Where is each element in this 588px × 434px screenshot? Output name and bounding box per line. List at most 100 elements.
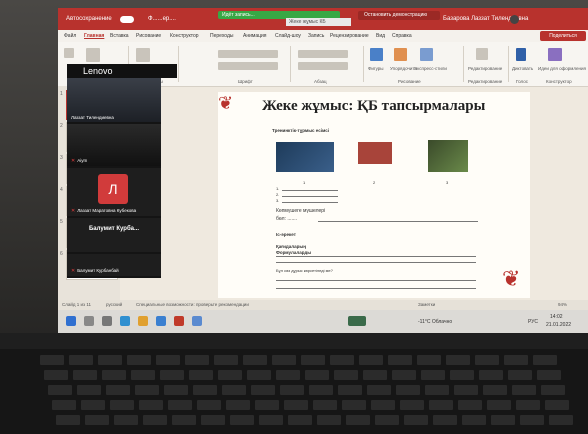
notes-button[interactable]: Заметки bbox=[418, 302, 435, 307]
keyboard-key bbox=[545, 400, 569, 410]
participant-video-3[interactable]: Л ✕ Лаззат Маратовна Кубекова bbox=[67, 168, 161, 216]
language-indicator[interactable]: РУС bbox=[528, 319, 538, 325]
label-c[interactable]: Формулаларды bbox=[276, 250, 311, 255]
keyboard-key bbox=[330, 355, 354, 365]
edge-icon[interactable] bbox=[120, 316, 130, 326]
paragraph-row[interactable] bbox=[298, 50, 348, 58]
menu-design[interactable]: Конструктор bbox=[170, 33, 199, 39]
keyboard-key bbox=[160, 370, 184, 380]
footer-question[interactable]: Бұл сөз дұрыс көрсетіледі ме? bbox=[276, 268, 333, 273]
accessibility-status[interactable]: Специальные возможности: проверьте реком… bbox=[136, 302, 249, 307]
keyboard-key bbox=[462, 415, 486, 425]
menu-record[interactable]: Запись bbox=[308, 33, 324, 39]
image-2[interactable] bbox=[358, 142, 392, 164]
lenovo-brand: Lenovo bbox=[67, 64, 177, 78]
keyboard-key bbox=[197, 400, 221, 410]
autosave-toggle[interactable] bbox=[120, 16, 134, 23]
keyboard-key bbox=[512, 385, 536, 395]
muted-mic-icon: ✕ bbox=[71, 158, 76, 164]
keyboard-key bbox=[164, 385, 188, 395]
image-label-2: 2 bbox=[373, 180, 376, 185]
keyboard-key bbox=[392, 370, 416, 380]
participant-name: Лаззат Маратовна Кубекова bbox=[77, 208, 137, 213]
menu-home[interactable]: Главная bbox=[84, 33, 104, 39]
search-icon[interactable] bbox=[476, 48, 488, 60]
keyboard-key bbox=[48, 385, 72, 395]
keyboard-key bbox=[73, 370, 97, 380]
image-label-3: 3 bbox=[446, 180, 449, 185]
clock-date[interactable]: 21.01.2022 bbox=[546, 322, 571, 328]
keyboard-key bbox=[334, 370, 358, 380]
weather-text[interactable]: -11°С Облачно bbox=[418, 319, 452, 325]
participant-video-4[interactable]: Балумит Курба... bbox=[67, 218, 161, 252]
designer-icon[interactable] bbox=[548, 48, 562, 61]
participant-video-5[interactable]: ✕ Балумит Курбанбай bbox=[67, 254, 161, 276]
quick-styles-icon[interactable] bbox=[420, 48, 433, 61]
explorer-icon[interactable] bbox=[138, 316, 148, 326]
keyboard-key bbox=[110, 400, 134, 410]
keyboard-key bbox=[44, 370, 68, 380]
font-format-row[interactable] bbox=[218, 62, 278, 70]
new-slide-icon[interactable] bbox=[136, 48, 150, 62]
paste-icon[interactable] bbox=[86, 48, 100, 62]
undo-icon[interactable] bbox=[64, 48, 74, 58]
recording-title: Жеке жұмыс КБ bbox=[286, 18, 351, 26]
zoom-app-icon[interactable] bbox=[156, 316, 166, 326]
keyboard-key bbox=[475, 355, 499, 365]
autosave-label: Автосохранение bbox=[66, 16, 112, 22]
label-a[interactable]: Іс-әрекет bbox=[276, 232, 296, 237]
keyboard-key bbox=[516, 400, 540, 410]
menu-file[interactable]: Файл bbox=[64, 33, 76, 39]
keyboard-key bbox=[421, 370, 445, 380]
font-name-box[interactable] bbox=[218, 50, 278, 58]
keyboard-key bbox=[446, 355, 470, 365]
keyboard-key bbox=[504, 355, 528, 365]
powerpoint-icon[interactable] bbox=[174, 316, 184, 326]
keyboard-key bbox=[77, 385, 101, 395]
menu-view[interactable]: Вид bbox=[376, 33, 385, 39]
slide-subtitle[interactable]: Тренинктік-тұрмыс есімсі bbox=[272, 128, 329, 133]
user-avatar[interactable] bbox=[510, 15, 519, 24]
search-icon[interactable] bbox=[84, 316, 94, 326]
share-button[interactable]: Поделиться bbox=[540, 31, 586, 41]
dictate-icon[interactable] bbox=[516, 48, 526, 61]
participant-video-2[interactable]: ✕ Aiym bbox=[67, 124, 161, 166]
keyboard-key bbox=[388, 355, 412, 365]
language-status[interactable]: русский bbox=[106, 302, 122, 307]
menu-insert[interactable]: Вставка bbox=[110, 33, 129, 39]
image-3[interactable] bbox=[428, 140, 468, 172]
clock-time[interactable]: 14:02 bbox=[550, 314, 563, 320]
mail-icon[interactable] bbox=[192, 316, 202, 326]
align-row[interactable] bbox=[298, 62, 348, 70]
keyboard-key bbox=[346, 415, 370, 425]
blank-1: 1. bbox=[276, 186, 280, 191]
zoom-share-icon[interactable] bbox=[348, 316, 366, 326]
windows-start-icon[interactable] bbox=[66, 316, 76, 326]
image-1[interactable] bbox=[276, 142, 334, 172]
slide-title[interactable]: Жеке жұмыс: ҚБ тапсырмалары bbox=[262, 98, 485, 115]
keyboard-key bbox=[363, 370, 387, 380]
question-sub[interactable]: бөл: ....... bbox=[276, 216, 297, 222]
menu-slideshow[interactable]: Слайд-шоу bbox=[275, 33, 301, 39]
keyboard-key bbox=[222, 385, 246, 395]
participant-name: Aiym bbox=[77, 158, 88, 163]
keyboard-key bbox=[400, 400, 424, 410]
question-text[interactable]: Көпмүшеге мүшелері bbox=[276, 208, 325, 214]
menu-review[interactable]: Рецензирование bbox=[330, 33, 369, 39]
menu-transitions[interactable]: Переходы bbox=[210, 33, 233, 39]
menu-help[interactable]: Справка bbox=[392, 33, 412, 39]
zoom-level[interactable]: 94% bbox=[558, 302, 567, 307]
task-view-icon[interactable] bbox=[102, 316, 112, 326]
label-b[interactable]: Қағидаларың bbox=[276, 244, 306, 249]
muted-mic-icon: ✕ bbox=[71, 208, 76, 214]
arrange-icon[interactable] bbox=[394, 48, 407, 61]
shapes-icon[interactable] bbox=[370, 48, 383, 61]
slide-canvas[interactable]: ❦ Жеке жұмыс: ҚБ тапсырмалары Тренинктік… bbox=[218, 92, 530, 298]
keyboard-key bbox=[396, 385, 420, 395]
keyboard-key bbox=[429, 400, 453, 410]
menu-animations[interactable]: Анимация bbox=[243, 33, 266, 39]
keyboard-key bbox=[193, 385, 217, 395]
stop-sharing-button[interactable]: Остановить демонстрацию bbox=[358, 11, 440, 20]
participant-video-1[interactable]: Лаззат Тилендиевна bbox=[67, 78, 161, 122]
menu-draw[interactable]: Рисование bbox=[136, 33, 161, 39]
